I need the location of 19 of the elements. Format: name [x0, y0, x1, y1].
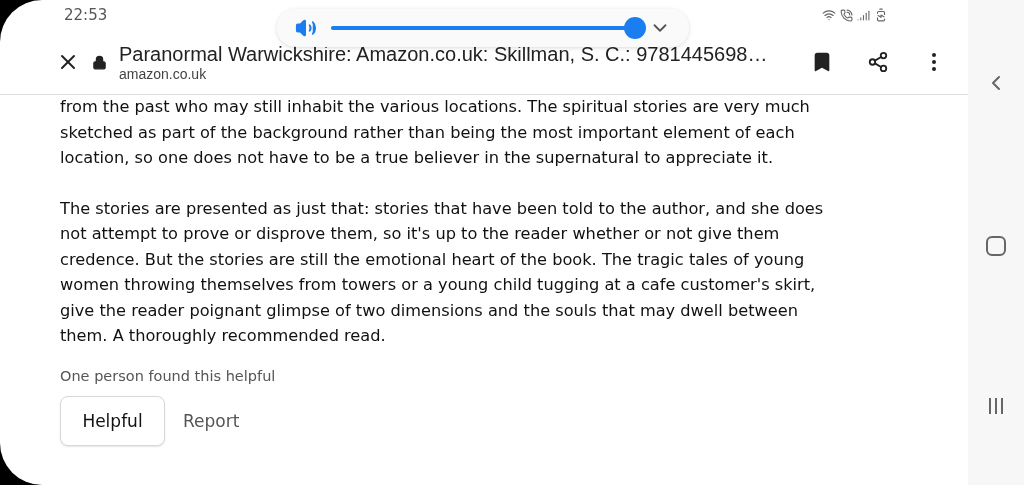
home-button[interactable] — [986, 236, 1006, 257]
page-domain: amazon.co.uk — [119, 65, 208, 82]
report-link[interactable]: Report — [183, 410, 240, 431]
page-title: Paranormal Warwickshire: Amazon.co.uk: Skillman, S. C.: 9781445698… — [119, 42, 769, 66]
call-icon — [840, 8, 853, 22]
review-paragraph: The stories are presented as just that: stories that have been told to the author, and she does not attempt to prove or disprove them, so it's up to the reader whether or not give them credence. But the stories are still the emotional heart of the book. The tragic tales of young women throwing themselves from towers or a young child tugging at a cafe customer's skirt, give the reader poignant glimpse of two dimensions and the souls that may dwell between them. A thoroughly recommended read. — [60, 197, 825, 347]
share-icon — [867, 51, 889, 73]
volume-thumb[interactable] — [624, 17, 646, 39]
battery-icon — [874, 8, 888, 22]
signal-icon — [857, 8, 870, 22]
status-time: 22:53 — [64, 6, 108, 24]
helpful-count: One person found this helpful — [60, 367, 277, 384]
volume-icon[interactable] — [295, 17, 317, 39]
wifi-icon — [822, 8, 836, 22]
recents-button[interactable] — [989, 398, 1003, 415]
helpful-button[interactable]: Helpful — [60, 395, 165, 446]
review-paragraph: from the past who may still inhabit the various locations. The spiritual stories are very much sketched as part of the background rather than being the most important element of each location, so one does not have to be a true believer in the supernatural to appreciate it. — [60, 96, 811, 169]
lock-icon — [92, 54, 107, 70]
more-icon — [932, 53, 936, 71]
